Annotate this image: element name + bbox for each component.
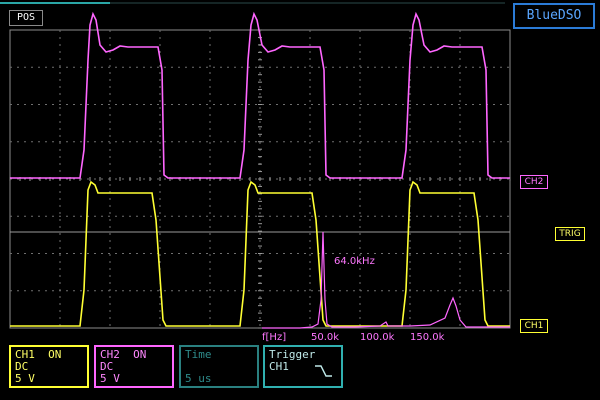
ch2-scale: 5 V xyxy=(100,372,120,385)
fft-tick-label: 100.0k xyxy=(360,332,395,343)
ch1-level-marker[interactable]: CH1 xyxy=(520,319,548,333)
ch1-settings-panel[interactable]: CH1 ON DC 5 V xyxy=(9,345,89,388)
ch1-state: ON xyxy=(48,348,62,361)
falling-edge-icon xyxy=(315,365,332,377)
position-badge[interactable]: POS xyxy=(9,10,43,26)
trigger-level-marker[interactable]: TRIG xyxy=(555,227,585,241)
timebase-value: 5 us xyxy=(185,372,212,385)
ch2-waveform xyxy=(10,11,510,179)
timebase-panel[interactable]: Time 5 us xyxy=(179,345,259,388)
brand-logo: BlueDSO xyxy=(513,3,595,29)
ch1-scale: 5 V xyxy=(15,372,35,385)
fft-spectrum xyxy=(262,231,510,329)
ch2-settings-panel[interactable]: CH2 ON DC 5 V xyxy=(94,345,174,388)
ch2-state: ON xyxy=(133,348,147,361)
fft-axis-unit: f[Hz] xyxy=(262,332,287,343)
ch2-level-marker[interactable]: CH2 xyxy=(520,175,548,189)
fft-tick-label: 50.0k xyxy=(311,332,340,343)
fft-peak-label: 64.0kHz xyxy=(334,256,375,267)
fft-tick-label: 150.0k xyxy=(410,332,445,343)
trigger-panel[interactable]: Trigger CH1 xyxy=(263,345,343,388)
scope-display xyxy=(0,2,511,329)
timebase-title: Time xyxy=(185,348,212,361)
